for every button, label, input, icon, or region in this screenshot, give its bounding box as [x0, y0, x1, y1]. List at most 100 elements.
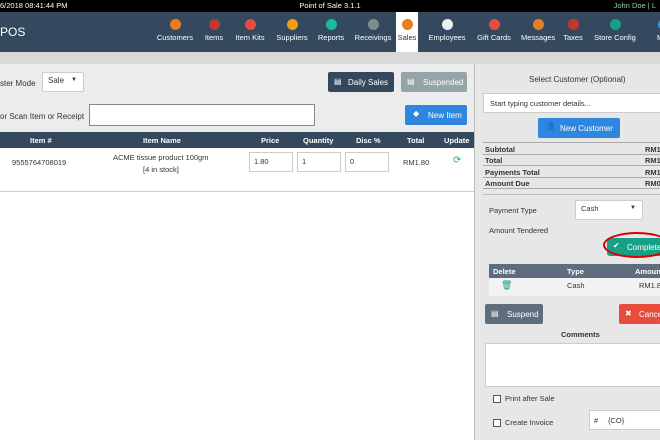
- refresh-icon[interactable]: ⟳: [453, 155, 461, 166]
- main-nav: POS Customers Items Item Kits Suppliers Repo…: [0, 12, 660, 52]
- divider: [483, 142, 660, 143]
- caret-down-icon: ▼: [71, 77, 77, 83]
- price-value: 1.80: [254, 157, 269, 166]
- col-item-name: Item Name: [143, 136, 181, 145]
- nav-item-store-config[interactable]: Store Config: [593, 12, 637, 52]
- suspended-button[interactable]: ▤ Suspended: [401, 72, 467, 92]
- nav-item-mig[interactable]: Mig: [648, 12, 660, 52]
- nav-item-employees[interactable]: Employees: [428, 12, 466, 52]
- daily-sales-button[interactable]: ▤ Daily Sales: [328, 72, 394, 92]
- trash-icon[interactable]: 🗑: [501, 280, 512, 291]
- nav-item-taxes[interactable]: Taxes: [563, 12, 583, 52]
- discount-input[interactable]: 0: [345, 152, 389, 172]
- nav-item-reports[interactable]: Reports: [317, 12, 345, 52]
- store-config-icon: [609, 19, 621, 30]
- nav-label: Items: [204, 33, 224, 42]
- col-total: Total: [407, 136, 425, 145]
- payment-type-select[interactable]: Cash ▼: [575, 200, 643, 220]
- cart-header: Item # Item Name Price Quantity Disc % T…: [0, 132, 474, 148]
- payment-type-label: Payment Type: [489, 206, 537, 215]
- item-number: 9555764708019: [12, 158, 67, 167]
- row-divider: [0, 191, 474, 192]
- discount-value: 0: [350, 157, 355, 166]
- nav-item-customers[interactable]: Customers: [156, 12, 194, 52]
- scan-label: or Scan Item or Receipt: [0, 112, 85, 121]
- suspend-label: Suspend: [507, 310, 539, 319]
- amount-due-value: RM0: [645, 179, 660, 188]
- item-name: ACME tissue product 100gm: [113, 153, 209, 162]
- cancel-label: Cance: [639, 310, 660, 319]
- comments-textarea[interactable]: [485, 343, 660, 387]
- tag-icon: ◆: [413, 109, 420, 118]
- nav-label: Item Kits: [235, 33, 265, 42]
- nav-item-item-kits[interactable]: Item Kits: [234, 12, 266, 52]
- suppliers-icon: [286, 19, 298, 30]
- amount-tendered-label: Amount Tendered: [489, 226, 549, 235]
- new-customer-button[interactable]: 👤 New Customer: [538, 118, 620, 138]
- payments-total-value: RM1: [645, 168, 660, 177]
- register-mode-value: Sale: [48, 76, 65, 85]
- nav-item-receivings[interactable]: Receivings: [354, 12, 392, 52]
- new-customer-label: New Customer: [560, 124, 613, 133]
- amount-due-label: Amount Due: [485, 179, 530, 188]
- nav-label: Customers: [156, 33, 194, 42]
- register-mode-select[interactable]: Sale ▼: [42, 72, 84, 92]
- print-after-sale-checkbox[interactable]: [493, 395, 501, 403]
- price-input[interactable]: 1.80: [249, 152, 293, 172]
- register-mode-label: ster Mode: [0, 79, 36, 88]
- nav-label: Employees: [428, 33, 466, 42]
- invoice-number-input[interactable]: # {CO}: [589, 410, 660, 430]
- list-icon: ▤: [407, 77, 415, 86]
- nav-label: Store Config: [594, 33, 636, 42]
- divider: [483, 154, 660, 155]
- comments-label: Comments: [561, 330, 600, 339]
- nav-label: Reports: [317, 33, 345, 42]
- cancel-button[interactable]: ✖ Cance: [619, 304, 660, 324]
- reports-icon: [325, 19, 337, 30]
- nav-item-messages[interactable]: Messages: [521, 12, 555, 52]
- nav-item-items[interactable]: Items: [204, 12, 224, 52]
- customer-search-input[interactable]: Start typing customer details...: [483, 93, 660, 113]
- suspend-button[interactable]: ▤ Suspend: [485, 304, 543, 324]
- payments-total-label: Payments Total: [485, 168, 540, 177]
- col-type: Type: [567, 267, 584, 276]
- nav-label: Messages: [521, 33, 556, 42]
- hash-addon: #: [594, 416, 599, 425]
- nav-item-sales[interactable]: Sales: [396, 12, 418, 52]
- new-item-button[interactable]: ◆ New Item: [405, 105, 467, 125]
- payment-row: 🗑 Cash RM1.8: [489, 278, 660, 296]
- divider: [483, 165, 660, 166]
- col-item-no: Item #: [30, 136, 52, 145]
- user-icon: 👤: [546, 122, 556, 131]
- caret-down-icon: ▼: [630, 205, 636, 211]
- receivings-icon: [367, 19, 379, 30]
- col-update: Update: [444, 136, 470, 145]
- employees-icon: [441, 19, 453, 30]
- register-toolbar: ster Mode Sale ▼ ▤ Daily Sales ▤ Suspend…: [0, 64, 474, 100]
- messages-icon: [532, 19, 544, 30]
- sales-icon: [401, 19, 413, 30]
- title-bar: 6/2018 08:41:44 PM Point of Sale 3.1.1 J…: [0, 0, 660, 12]
- customer-search-placeholder: Start typing customer details...: [490, 99, 591, 108]
- nav-label: Suppliers: [276, 33, 308, 42]
- nav-item-gift-cards[interactable]: Gift Cards: [476, 12, 512, 52]
- list-icon: ▤: [334, 77, 342, 86]
- payment-row-type: Cash: [567, 281, 585, 290]
- create-invoice-checkbox[interactable]: [493, 419, 501, 427]
- nav-label: Gift Cards: [477, 33, 511, 42]
- brand-logo[interactable]: POS: [0, 25, 25, 39]
- subtotal-value: RM1: [645, 145, 660, 154]
- scan-item-input[interactable]: [89, 104, 315, 126]
- close-icon: ✖: [625, 309, 632, 318]
- total-label: Total: [485, 156, 503, 165]
- subtotal-label: Subtotal: [485, 145, 515, 154]
- register-panel: ster Mode Sale ▼ ▤ Daily Sales ▤ Suspend…: [0, 64, 474, 440]
- payments-header: Delete Type Amoun: [489, 264, 660, 278]
- user-link[interactable]: John Doe | L: [614, 1, 656, 10]
- total-value: RM1: [645, 156, 660, 165]
- nav-item-suppliers[interactable]: Suppliers: [275, 12, 309, 52]
- item-stock: [4 in stock]: [143, 165, 179, 174]
- create-invoice-label: Create Invoice: [505, 418, 554, 427]
- quantity-input[interactable]: 1: [297, 152, 341, 172]
- item-kits-icon: [244, 19, 256, 30]
